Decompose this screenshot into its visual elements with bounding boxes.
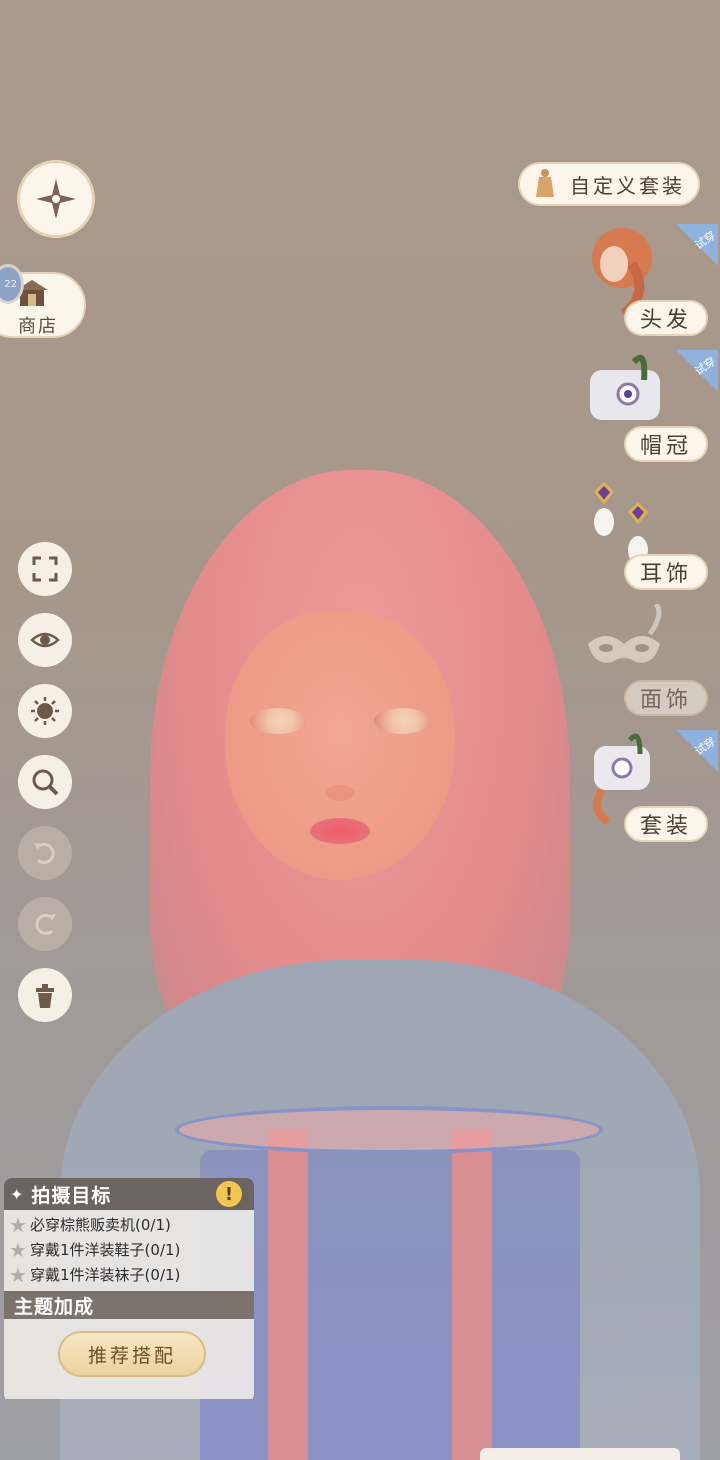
lighting-button[interactable] <box>18 684 72 738</box>
undo-icon <box>34 842 55 864</box>
eye-icon <box>30 632 60 648</box>
goal-text: 穿戴1件洋装袜子(0/1) <box>30 1266 181 1284</box>
theme-bonus-body: 推荐搭配 <box>4 1319 254 1399</box>
character-ribbon-right <box>452 1130 492 1460</box>
character-left-eye <box>250 708 306 734</box>
delete-button[interactable] <box>18 968 72 1022</box>
goal-item: ★ 穿戴1件洋装袜子(0/1) <box>4 1262 254 1287</box>
photo-goals-header: ✦ 拍摄目标 ! <box>4 1178 254 1210</box>
category-label: 面饰 <box>624 680 708 716</box>
shop-label: 商店 <box>18 316 58 337</box>
category-label: 套装 <box>624 806 708 842</box>
trash-icon <box>36 984 54 1008</box>
character-right-eye <box>374 708 430 734</box>
photo-goals-title: 拍摄目标 <box>31 1184 112 1207</box>
try-on-tag: 试穿 <box>676 350 718 392</box>
compass-button[interactable] <box>17 160 95 238</box>
dress-icon <box>536 169 554 197</box>
goal-list: ★ 必穿棕熊贩卖机(0/1) ★ 穿戴1件洋装鞋子(0/1) ★ 穿戴1件洋装袜… <box>4 1210 254 1291</box>
goal-text: 必穿棕熊贩卖机(0/1) <box>30 1216 171 1234</box>
compass-icon <box>36 179 76 219</box>
zoom-icon <box>32 769 59 796</box>
category-hair[interactable]: 试穿 头发 <box>580 224 720 344</box>
bottom-ornament <box>480 1448 680 1460</box>
category-headwear[interactable]: 试穿 帽冠 <box>580 350 720 470</box>
category-outfit[interactable]: 试穿 套装 <box>580 730 720 850</box>
visibility-button[interactable] <box>18 613 72 667</box>
try-on-tag: 试穿 <box>676 224 718 266</box>
category-label: 耳饰 <box>624 554 708 590</box>
goal-text: 穿戴1件洋装鞋子(0/1) <box>30 1241 181 1259</box>
redo-icon <box>35 913 56 935</box>
fullscreen-icon <box>32 556 58 582</box>
fullscreen-button[interactable] <box>18 542 72 596</box>
character-prop <box>200 1150 580 1460</box>
theme-bonus-title: 主题加成 <box>4 1291 254 1319</box>
character-mouth <box>310 818 370 844</box>
try-on-tag: 试穿 <box>676 730 718 772</box>
goal-item: ★ 穿戴1件洋装鞋子(0/1) <box>4 1237 254 1262</box>
zoom-button[interactable] <box>18 755 72 809</box>
category-label: 头发 <box>624 300 708 336</box>
star-icon: ★ <box>9 1262 27 1287</box>
character-ribbon-left <box>268 1130 308 1460</box>
character-collar <box>175 1106 603 1154</box>
star-icon: ★ <box>9 1237 27 1262</box>
warning-icon[interactable]: ! <box>216 1181 242 1207</box>
sun-icon <box>31 697 59 725</box>
shop-badge-count: 22 <box>4 278 17 290</box>
photo-goals-panel: ✦ 拍摄目标 ! ★ 必穿棕熊贩卖机(0/1) ★ 穿戴1件洋装鞋子(0/1) … <box>4 1178 254 1402</box>
custom-outfit-label: 自定义套装 <box>570 173 685 198</box>
redo-button[interactable] <box>18 897 72 951</box>
recommend-outfit-button[interactable]: 推荐搭配 <box>58 1331 206 1377</box>
undo-button[interactable] <box>18 826 72 880</box>
star-icon: ★ <box>9 1212 27 1237</box>
category-face-accessory[interactable]: 面饰 <box>580 604 720 724</box>
character-nose <box>325 785 355 801</box>
custom-outfit-button[interactable]: 自定义套装 <box>518 162 700 206</box>
sparkle-icon: ✦ <box>10 1184 24 1204</box>
goal-item: ★ 必穿棕熊贩卖机(0/1) <box>4 1212 254 1237</box>
category-earrings[interactable]: 耳饰 <box>580 478 720 598</box>
category-label: 帽冠 <box>624 426 708 462</box>
